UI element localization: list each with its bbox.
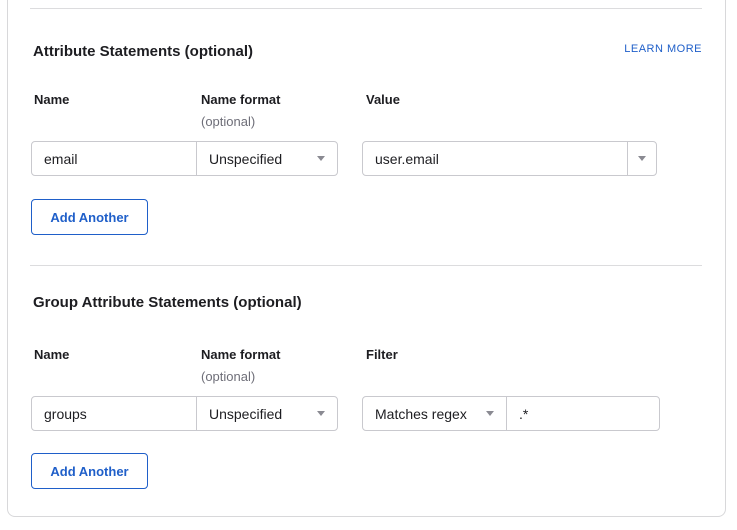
attribute-name-format-select[interactable]: Unspecified xyxy=(196,141,338,176)
add-another-group-attribute-button[interactable]: Add Another xyxy=(31,453,148,489)
group-name-format-selected-value: Unspecified xyxy=(209,406,282,422)
group-attribute-statements-title: Group Attribute Statements (optional) xyxy=(33,294,302,311)
section-divider xyxy=(30,8,702,9)
group-name-format-select[interactable]: Unspecified xyxy=(196,396,338,431)
attribute-statement-row: Unspecified xyxy=(31,141,657,176)
chevron-down-icon xyxy=(638,156,646,161)
name-format-optional-note: (optional) xyxy=(201,114,255,129)
group-filter-type-selected-value: Matches regex xyxy=(375,406,467,422)
add-another-attribute-button[interactable]: Add Another xyxy=(31,199,148,235)
name-column-label: Name xyxy=(34,92,69,107)
chevron-down-icon xyxy=(317,411,325,416)
column-gap xyxy=(338,141,362,176)
group-name-format-column-label: Name format xyxy=(201,347,280,362)
attribute-value-input[interactable] xyxy=(362,141,628,176)
attribute-name-input[interactable] xyxy=(31,141,197,176)
chevron-down-icon xyxy=(486,411,494,416)
group-name-column-label: Name xyxy=(34,347,69,362)
group-filter-value-input[interactable] xyxy=(506,396,660,431)
column-gap xyxy=(338,396,362,431)
name-format-column-label: Name format xyxy=(201,92,280,107)
group-attribute-statement-row: Unspecified Matches regex xyxy=(31,396,660,431)
settings-card xyxy=(7,0,726,517)
value-column-label: Value xyxy=(366,92,400,107)
filter-column-label: Filter xyxy=(366,347,398,362)
attribute-statements-title: Attribute Statements (optional) xyxy=(33,43,253,60)
learn-more-link[interactable]: LEARN MORE xyxy=(624,43,702,55)
chevron-down-icon xyxy=(317,156,325,161)
attribute-value-dropdown-button[interactable] xyxy=(627,141,657,176)
group-name-format-optional-note: (optional) xyxy=(201,369,255,384)
group-filter-type-select[interactable]: Matches regex xyxy=(362,396,507,431)
attribute-name-format-selected-value: Unspecified xyxy=(209,151,282,167)
section-divider xyxy=(30,265,702,266)
group-attribute-name-input[interactable] xyxy=(31,396,197,431)
